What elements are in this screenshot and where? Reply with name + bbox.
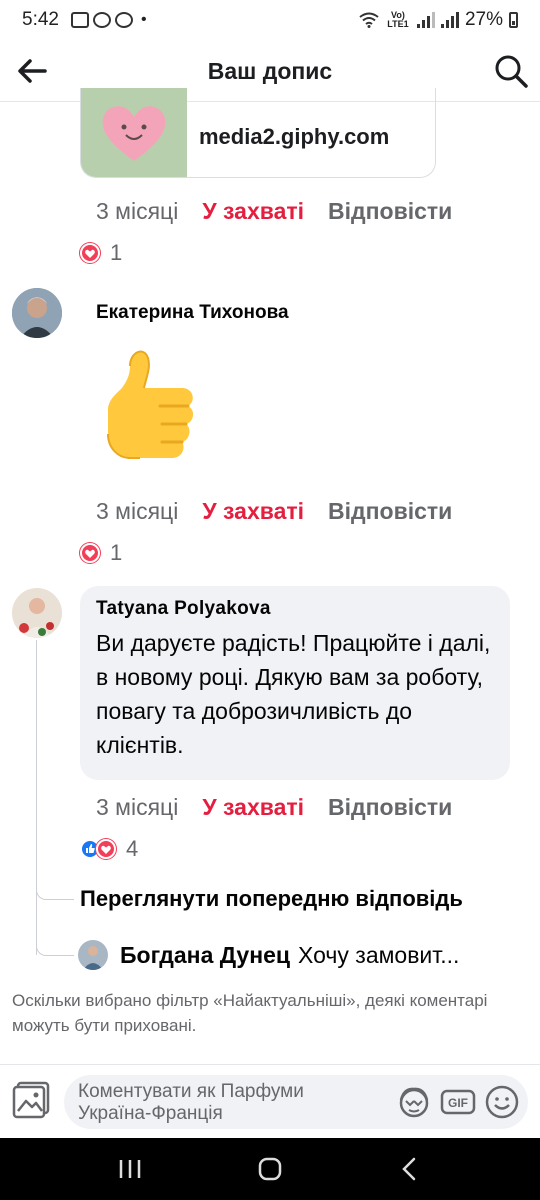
link-preview-card[interactable]: media2.giphy.com — [80, 88, 436, 178]
avatar-photo — [12, 588, 62, 638]
viber-notification-icon — [92, 12, 111, 28]
love-reaction-icon — [80, 243, 100, 263]
photo-icon — [12, 1081, 50, 1119]
avatar-photo — [78, 940, 108, 970]
thread-connector — [36, 882, 74, 900]
reaction-count: 4 — [126, 836, 139, 861]
wifi-icon — [359, 12, 379, 28]
comment-composer: Коментувати як Парфуми Україна-Франція G… — [0, 1064, 540, 1138]
heart-gif-icon — [102, 105, 166, 161]
reaction-summary[interactable]: 4 — [80, 836, 138, 862]
home-button[interactable] — [245, 1149, 295, 1189]
avatar[interactable] — [12, 288, 62, 338]
comment-time[interactable]: 3 місяці — [96, 198, 178, 225]
gif-button[interactable]: GIF — [440, 1084, 476, 1120]
comment-text: Ви даруєте радість! Працюйте і далі, в н… — [96, 630, 491, 758]
like-button[interactable]: У захваті — [202, 198, 304, 225]
reaction-summary[interactable]: 1 — [80, 240, 122, 266]
comment-input-placeholder: Коментувати як Парфуми Україна-Франція — [78, 1081, 304, 1124]
link-thumbnail — [81, 88, 187, 177]
view-previous-reply-link[interactable]: Переглянути попередню відповідь — [80, 886, 463, 912]
comment-actions: 3 місяці У захваті Відповісти — [96, 198, 452, 225]
search-icon — [495, 55, 528, 88]
recent-apps-icon — [119, 1160, 141, 1178]
thread-line — [36, 640, 37, 955]
reply-preview[interactable]: Богдана Дунец Хочу замовит... — [78, 940, 518, 970]
comment-time[interactable]: 3 місяці — [96, 794, 178, 821]
reply-button[interactable]: Відповісти — [328, 794, 452, 821]
avatar-sticker-button[interactable] — [396, 1084, 432, 1120]
photo-button[interactable] — [12, 1079, 52, 1119]
network-type-label: Vo) LTE1 — [387, 10, 409, 29]
recent-apps-button[interactable] — [105, 1149, 155, 1189]
love-reaction-icon — [80, 543, 100, 563]
page-title: Ваш допис — [207, 58, 333, 84]
thread-connector — [36, 938, 74, 956]
gif-label: GIF — [448, 1096, 468, 1110]
reply-text: Хочу замовит... — [298, 941, 460, 968]
comment-actions: 3 місяці У захваті Відповісти — [96, 498, 452, 525]
thumbs-up-sticker — [100, 344, 204, 464]
like-button[interactable]: У захваті — [202, 498, 304, 525]
battery-icon — [509, 12, 518, 28]
signal-icon-2 — [440, 12, 459, 28]
chevron-left-icon — [402, 1157, 416, 1181]
smiley-icon — [485, 1085, 519, 1119]
reaction-count: 1 — [110, 240, 123, 265]
gallery-notification-icon — [70, 12, 89, 28]
reply-author[interactable]: Богдана Дунец — [120, 942, 290, 969]
system-nav-bar — [0, 1138, 540, 1200]
search-button[interactable] — [492, 52, 530, 90]
avatar-photo — [12, 288, 62, 338]
home-icon — [258, 1157, 282, 1181]
emoji-button[interactable] — [484, 1084, 520, 1120]
signal-icon — [416, 12, 435, 28]
like-button[interactable]: У захваті — [202, 794, 304, 821]
gif-icon: GIF — [440, 1089, 476, 1115]
battery-percent: 27% — [464, 9, 503, 30]
reaction-summary[interactable]: 1 — [80, 540, 122, 566]
comment-author[interactable]: Tatyana Polyakova — [96, 598, 494, 620]
system-back-button[interactable] — [385, 1149, 435, 1189]
status-time: 5:42 — [22, 9, 59, 30]
comment-bubble[interactable]: Tatyana Polyakova Ви даруєте радість! Пр… — [80, 586, 510, 780]
link-domain: media2.giphy.com — [199, 123, 390, 149]
status-bar: 5:42 • Vo) LTE1 27% — [0, 0, 540, 40]
avatar-sticker-icon — [399, 1087, 429, 1118]
avatar[interactable] — [78, 940, 108, 970]
comment-time[interactable]: 3 місяці — [96, 498, 178, 525]
reaction-count: 1 — [110, 540, 123, 565]
comment-actions: 3 місяці У захваті Відповісти — [96, 794, 452, 821]
love-reaction-icon — [96, 839, 116, 859]
filter-note: Оскільки вибрано фільтр «Найактуальніші»… — [12, 991, 488, 1035]
reply-button[interactable]: Відповісти — [328, 498, 452, 525]
viber-notification-icon-2 — [114, 12, 133, 28]
avatar[interactable] — [12, 588, 62, 638]
reply-button[interactable]: Відповісти — [328, 198, 452, 225]
comment-input[interactable]: Коментувати як Парфуми Україна-Франція G… — [64, 1075, 528, 1129]
comment-author[interactable]: Екатерина Тихонова — [96, 302, 289, 324]
more-notifications-dot: • — [140, 11, 147, 28]
